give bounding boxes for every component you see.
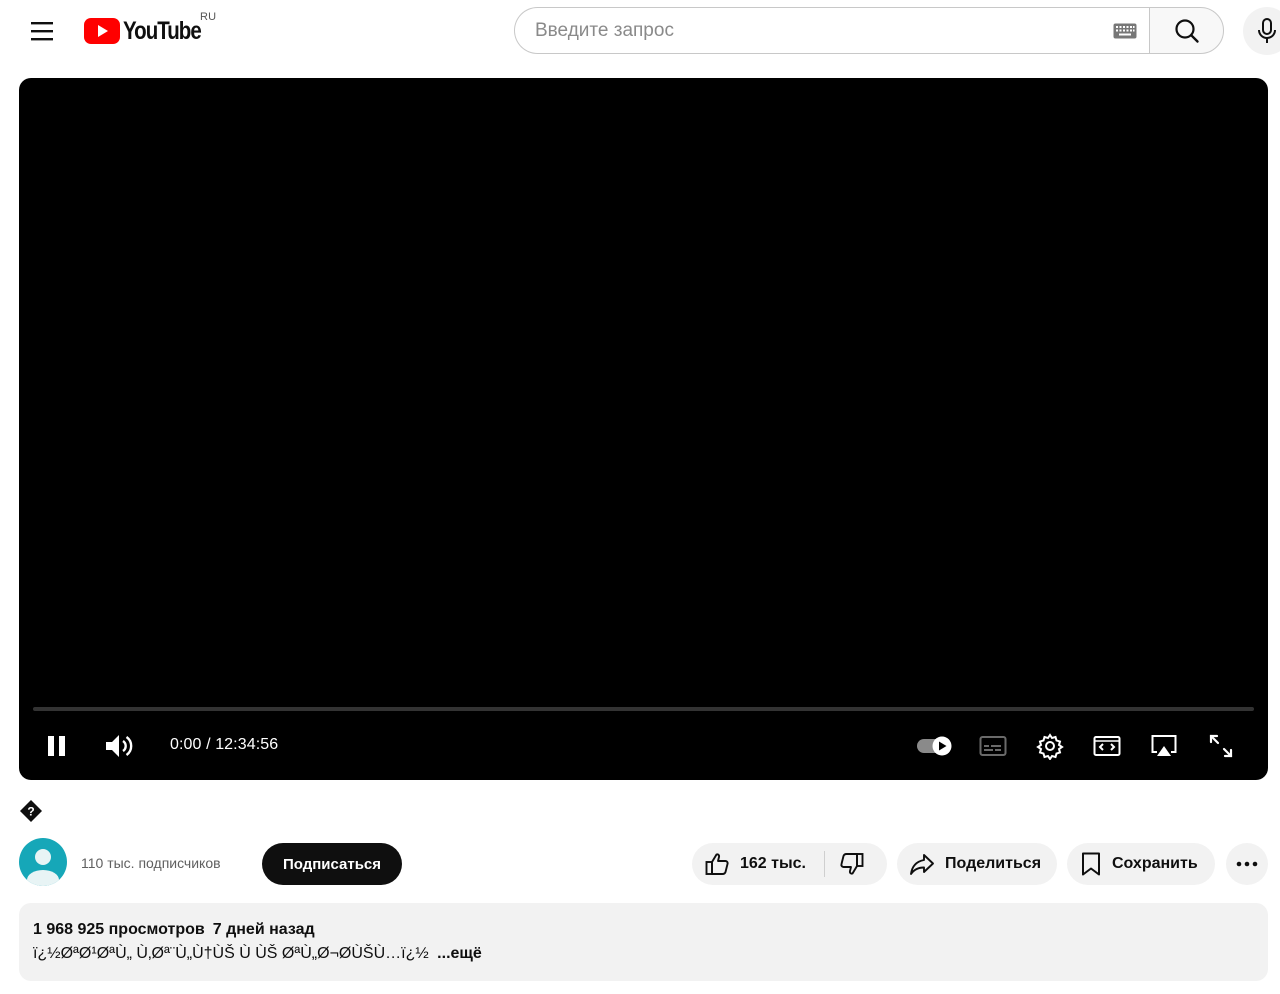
voice-search-button[interactable] bbox=[1243, 7, 1280, 55]
theater-mode-icon bbox=[1093, 736, 1121, 756]
time-separator: / bbox=[201, 736, 216, 753]
autoplay-toggle[interactable] bbox=[915, 730, 955, 762]
autoplay-toggle-icon bbox=[917, 736, 952, 756]
youtube-play-logo-icon bbox=[84, 18, 120, 44]
channel-avatar[interactable] bbox=[19, 838, 67, 886]
view-count: 1 968 925 просмотров bbox=[33, 921, 205, 938]
like-divider bbox=[823, 851, 825, 877]
like-dislike-group: 162 тыс. bbox=[692, 843, 887, 885]
subtitles-button[interactable] bbox=[975, 730, 1011, 762]
fullscreen-icon bbox=[1209, 734, 1233, 758]
subscribe-button[interactable]: Подписаться bbox=[262, 843, 402, 885]
gear-icon bbox=[1036, 733, 1064, 760]
like-count: 162 тыс. bbox=[740, 855, 806, 872]
menu-button[interactable] bbox=[26, 16, 58, 46]
thumbs-up-icon bbox=[705, 853, 729, 875]
bookmark-icon bbox=[1082, 852, 1100, 876]
description-text: ï¿½ØªØ¹ØªÙ„ Ù‚Øª¨Ù„Ù†ÙŠ Ù ÙŠ ØªÙ„Ø¬ØÙŠÙ…… bbox=[33, 945, 429, 962]
settings-button[interactable] bbox=[1032, 730, 1068, 762]
pause-icon bbox=[48, 736, 65, 756]
time-current: 0:00 bbox=[170, 736, 202, 753]
more-actions-button[interactable] bbox=[1226, 843, 1268, 885]
region-code: RU bbox=[200, 11, 217, 23]
cast-button[interactable] bbox=[1146, 730, 1182, 762]
time-total: 12:34:56 bbox=[215, 736, 279, 753]
hamburger-icon bbox=[31, 22, 53, 41]
save-label: Сохранить bbox=[1112, 855, 1198, 872]
subtitles-icon bbox=[979, 736, 1007, 756]
avatar-person-icon bbox=[27, 849, 59, 886]
description-text-line: ï¿½ØªØ¹ØªÙ„ Ù‚Øª¨Ù„Ù†ÙŠ Ù ÙŠ ØªÙ„Ø¬ØÙŠÙ…… bbox=[33, 945, 482, 963]
search-box bbox=[514, 7, 1150, 54]
unknown-character-icon: ? bbox=[20, 800, 42, 822]
keyboard-icon[interactable] bbox=[1113, 23, 1137, 39]
time-display: 0:00 / 12:34:56 bbox=[170, 736, 278, 754]
share-button[interactable]: Поделиться bbox=[897, 843, 1057, 885]
description-meta: 1 968 925 просмотров 7 дней назад bbox=[33, 921, 315, 939]
description-box[interactable]: 1 968 925 просмотров 7 дней назад ï¿½ØªØ¹… bbox=[19, 903, 1268, 981]
video-player[interactable]: 0:00 / 12:34:56 bbox=[19, 78, 1268, 780]
share-icon bbox=[910, 854, 934, 875]
publish-date: 7 дней назад bbox=[212, 921, 315, 938]
volume-button[interactable] bbox=[99, 730, 139, 762]
like-button[interactable]: 162 тыс. bbox=[704, 843, 806, 885]
cast-icon bbox=[1151, 735, 1177, 756]
show-more-link[interactable]: ...ещё bbox=[437, 945, 482, 962]
pause-button[interactable] bbox=[39, 730, 75, 762]
top-header: YouTube RU bbox=[0, 0, 1280, 62]
search-button[interactable] bbox=[1149, 7, 1224, 54]
subscriber-count: 110 тыс. подписчиков bbox=[81, 855, 221, 871]
thumbs-down-icon bbox=[840, 853, 864, 875]
youtube-logo[interactable]: YouTube bbox=[84, 14, 218, 48]
fullscreen-button[interactable] bbox=[1203, 730, 1239, 762]
theater-mode-button[interactable] bbox=[1089, 730, 1125, 762]
volume-icon bbox=[106, 735, 133, 757]
save-button[interactable]: Сохранить bbox=[1067, 843, 1215, 885]
video-title-glyph: ? bbox=[27, 805, 34, 819]
share-label: Поделиться bbox=[945, 855, 1042, 872]
more-horizontal-icon bbox=[1236, 861, 1258, 867]
logo-text: YouTube bbox=[123, 16, 202, 45]
search-icon bbox=[1174, 18, 1199, 43]
mic-icon bbox=[1258, 18, 1276, 43]
dislike-button[interactable] bbox=[839, 843, 865, 885]
search-input[interactable] bbox=[535, 8, 1095, 53]
progress-bar[interactable] bbox=[33, 707, 1254, 711]
